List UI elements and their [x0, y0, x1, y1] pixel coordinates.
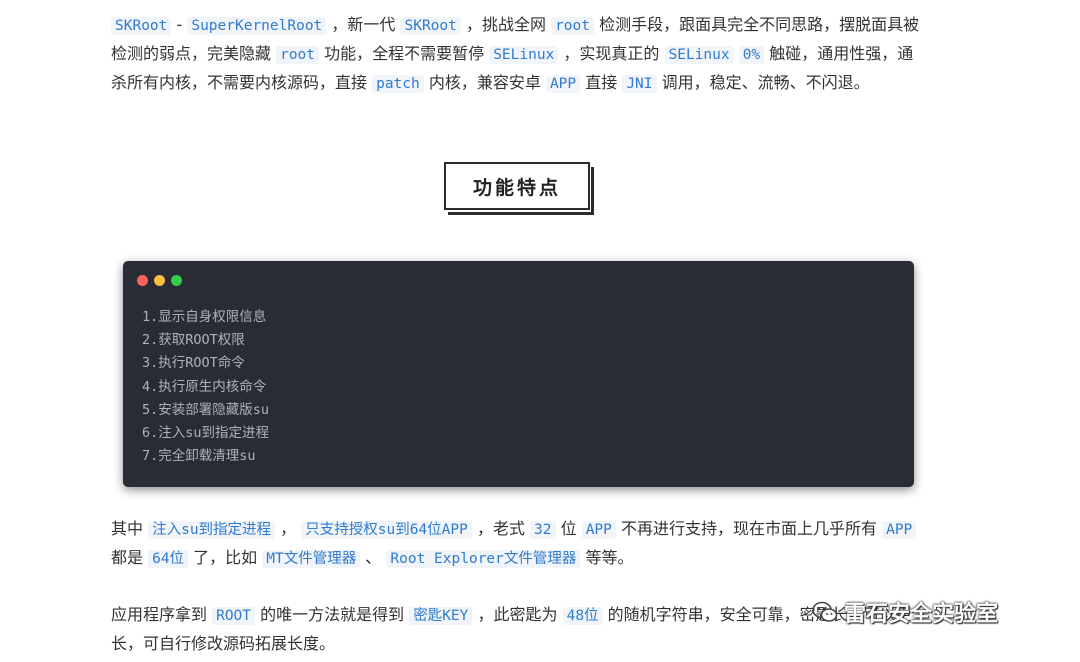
inline-code: 密匙KEY	[409, 607, 473, 625]
text-run: ，老式	[471, 519, 531, 538]
text-run: 都是	[111, 548, 149, 567]
feature-list: 1.显示自身权限信息 2.获取ROOT权限 3.执行ROOT命令 4.执行原生内…	[142, 306, 269, 468]
text-run: 内核，兼容安卓	[423, 73, 546, 92]
key-paragraph: 应用程序拿到 ROOT 的唯一方法就是得到 密匙KEY ，此密匙为 48位 的随…	[111, 601, 926, 658]
close-dot-icon	[137, 275, 148, 286]
inline-code: SELinux	[489, 46, 559, 64]
text-run: 功能，全程不需要暂停	[319, 44, 490, 63]
inline-code: MT文件管理器	[262, 550, 361, 568]
text-run: 的唯一方法就是得到	[255, 605, 410, 624]
intro-paragraph: SKRoot - SuperKernelRoot ，新一代 SKRoot ，挑战…	[111, 11, 926, 98]
inline-code: SELinux	[664, 46, 734, 64]
text-run: 应用程序拿到	[111, 605, 213, 624]
inline-code: 64位	[148, 550, 189, 568]
feature-item: 6.注入su到指定进程	[142, 425, 270, 442]
feature-item: 4.执行原生内核命令	[142, 378, 267, 395]
inline-code: 48位	[562, 607, 603, 625]
text-run: -	[171, 15, 188, 34]
text-run: 直接	[580, 73, 623, 92]
inline-code: root	[276, 46, 320, 64]
inline-code: 注入su到指定进程	[148, 521, 276, 539]
support-paragraph: 其中 注入su到指定进程 ， 只支持授权su到64位APP ，老式 32 位 A…	[111, 515, 926, 573]
minimize-dot-icon	[154, 275, 165, 286]
section-heading: 功能特点	[444, 162, 594, 215]
watermark-text: 雷石安全实验室	[844, 602, 999, 627]
watermark: 雷石安全实验室	[812, 596, 998, 628]
feature-item: 1.显示自身权限信息	[142, 309, 267, 325]
text-run: 、	[360, 548, 387, 567]
inline-code: SKRoot	[111, 17, 172, 35]
inline-code: 只支持授权su到64位APP	[301, 521, 472, 539]
inline-code: 32	[530, 521, 556, 539]
text-run: ，挑战全网	[460, 15, 552, 34]
inline-code: APP	[882, 521, 917, 539]
inline-code: SKRoot	[400, 17, 461, 35]
feature-item: 2.获取ROOT权限	[142, 332, 245, 349]
inline-code: APP	[581, 521, 616, 539]
feature-item: 7.完全卸载清理su	[142, 448, 256, 465]
text-run	[734, 44, 739, 63]
inline-code: 0%	[738, 46, 765, 64]
inline-code: JNI	[622, 75, 657, 93]
text-run: ，实现真正的	[558, 44, 665, 63]
feature-item: 5.安装部署隐藏版su	[142, 401, 270, 418]
inline-code: Root Explorer文件管理器	[386, 550, 581, 568]
text-run: 其中	[111, 519, 149, 538]
inline-code: SuperKernelRoot	[187, 17, 327, 35]
feature-item: 3.执行ROOT命令	[142, 355, 245, 372]
text-run: 了，比如	[188, 548, 263, 567]
text-run: ，此密匙为	[472, 605, 563, 624]
text-run: ，	[275, 519, 302, 538]
inline-code: patch	[372, 75, 424, 93]
inline-code: APP	[545, 75, 581, 93]
text-run: 调用，稳定、流畅、不闪退。	[656, 73, 870, 92]
text-run: ，新一代	[326, 15, 401, 34]
inline-code: ROOT	[212, 607, 256, 625]
maximize-dot-icon	[171, 275, 182, 286]
section-heading-title: 功能特点	[444, 162, 590, 210]
code-window: 1.显示自身权限信息 2.获取ROOT权限 3.执行ROOT命令 4.执行原生内…	[123, 261, 914, 487]
wechat-icon	[812, 601, 838, 622]
text-run: 位	[555, 519, 582, 538]
text-run: 等等。	[580, 548, 634, 567]
inline-code: root	[551, 17, 594, 35]
window-controls	[137, 275, 182, 286]
text-run: 不再进行支持，现在市面上几乎所有	[615, 519, 883, 538]
